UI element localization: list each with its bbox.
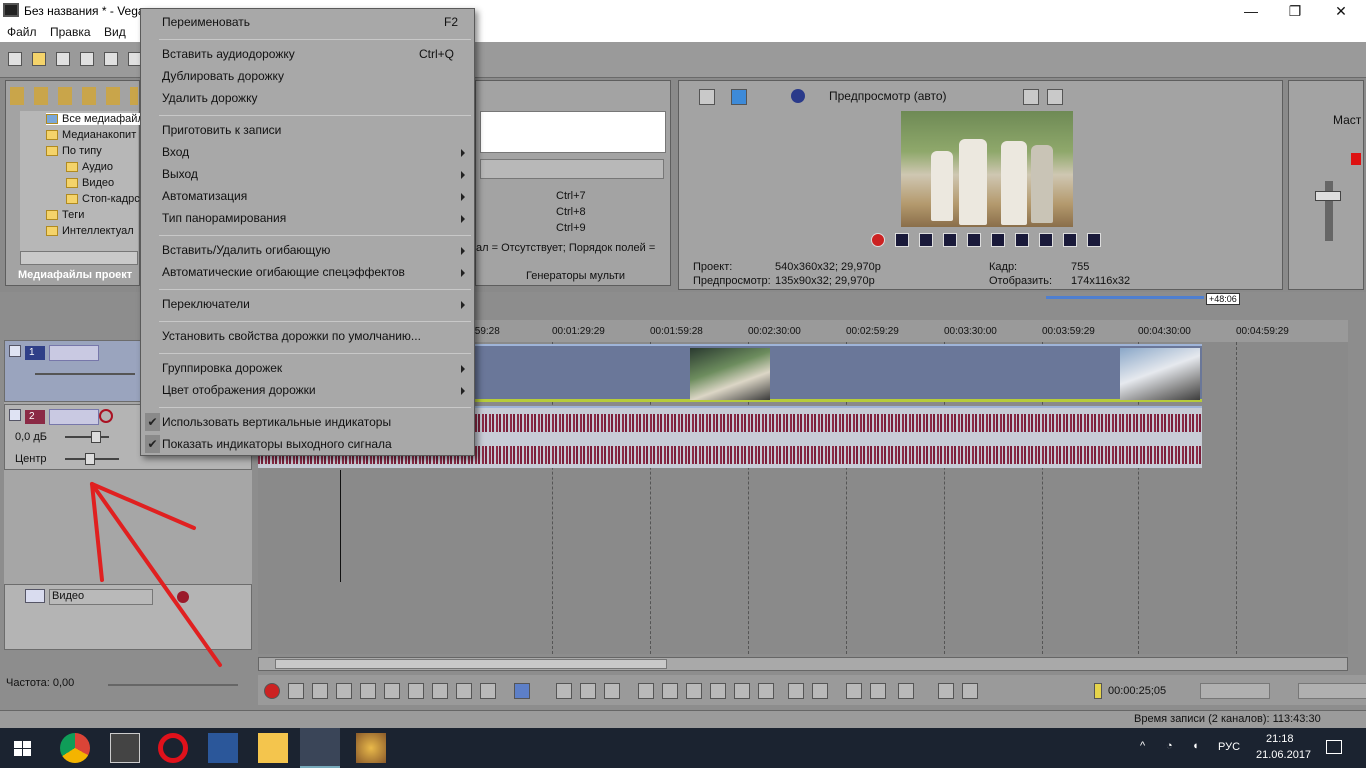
clock-time[interactable]: 21:18 — [1266, 733, 1294, 745]
cursor-position-icon — [1094, 683, 1102, 699]
word-icon[interactable] — [208, 733, 238, 763]
windows-taskbar: ^ ◔ ◖ РУС 21:18 21.06.2017 — [0, 728, 1366, 768]
lock-icon[interactable] — [758, 683, 774, 699]
checkmark-icon: ✔ — [145, 435, 160, 453]
opera-icon[interactable] — [158, 733, 188, 763]
menu-item-set-default-track-properties[interactable]: Установить свойства дорожки по умолчанию… — [162, 329, 421, 343]
ripple-edit-icon[interactable] — [898, 683, 914, 699]
selection-tool-icon[interactable] — [580, 683, 596, 699]
auto-crossfade-icon[interactable] — [870, 683, 886, 699]
submenu-arrow-icon — [461, 301, 465, 309]
status-bar: Время записи (2 каналов): 113:43:30 — [0, 710, 1366, 728]
next-frame-icon[interactable] — [480, 683, 496, 699]
pause-icon[interactable] — [360, 683, 376, 699]
scroll-thumb[interactable] — [275, 659, 667, 669]
file-explorer-icon[interactable] — [258, 733, 288, 763]
submenu-arrow-icon — [461, 149, 465, 157]
volume-icon[interactable]: ◖ — [1192, 740, 1199, 752]
lock-envelopes-icon[interactable] — [938, 683, 954, 699]
envelope-tool-icon[interactable] — [556, 683, 572, 699]
menu-item-rename[interactable]: Переименовать — [162, 15, 250, 29]
start-icon[interactable] — [408, 683, 424, 699]
submenu-arrow-icon — [461, 247, 465, 255]
submenu-arrow-icon — [461, 171, 465, 179]
delete-icon[interactable] — [638, 683, 654, 699]
vegas-taskbar-icon[interactable] — [300, 728, 340, 768]
edit-tool-icon[interactable] — [514, 683, 530, 699]
chrome-icon[interactable] — [60, 733, 90, 763]
loop-icon[interactable] — [288, 683, 304, 699]
snapping-icon[interactable] — [846, 683, 862, 699]
selection-length-field[interactable] — [1298, 683, 1366, 699]
clock-date[interactable]: 21.06.2017 — [1256, 749, 1311, 761]
menu-item-track-grouping[interactable]: Группировка дорожек — [162, 361, 282, 375]
menu-item-arm-for-record[interactable]: Приготовить к записи — [162, 123, 281, 137]
menu-item-delete-track[interactable]: Удалить дорожку — [162, 91, 257, 105]
language-indicator[interactable]: РУС — [1218, 741, 1240, 753]
region-icon[interactable] — [812, 683, 828, 699]
shortcut-rename: F2 — [444, 15, 459, 29]
trim-icon[interactable] — [662, 683, 678, 699]
paint-icon[interactable] — [356, 733, 386, 763]
play-icon[interactable] — [336, 683, 352, 699]
menu-item-track-display-color[interactable]: Цвет отображения дорожки — [162, 383, 316, 397]
split-icon[interactable] — [734, 683, 750, 699]
timeline-hscroll[interactable] — [258, 657, 1348, 671]
record-time-status: Время записи (2 каналов): 113:43:30 — [1134, 713, 1321, 725]
track-context-menu: Переименовать F2 Вставить аудиодорожку C… — [140, 8, 475, 456]
transport-toolbar: 00:00:25;05 — [258, 675, 1366, 705]
menu-item-insert-remove-envelope[interactable]: Вставить/Удалить огибающую — [162, 243, 330, 257]
menu-item-duplicate-track[interactable]: Дублировать дорожку — [162, 69, 284, 83]
cursor-timecode[interactable]: 00:00:25;05 — [1108, 685, 1166, 697]
menu-item-switches[interactable]: Переключатели — [162, 297, 250, 311]
calculator-icon[interactable] — [110, 733, 140, 763]
checkmark-icon: ✔ — [145, 413, 160, 431]
menu-item-vertical-meters[interactable]: Использовать вертикальные индикаторы — [162, 415, 391, 429]
play-start-icon[interactable] — [312, 683, 328, 699]
submenu-arrow-icon — [461, 193, 465, 201]
end-icon[interactable] — [432, 683, 448, 699]
menu-item-output[interactable]: Выход — [162, 167, 198, 181]
show-hidden-icons[interactable]: ^ — [1140, 740, 1145, 752]
submenu-arrow-icon — [461, 365, 465, 373]
prev-frame-icon[interactable] — [456, 683, 472, 699]
trim-end-icon[interactable] — [710, 683, 726, 699]
ignore-grouping-icon[interactable] — [962, 683, 978, 699]
notifications-icon[interactable] — [1326, 740, 1342, 754]
start-icon[interactable] — [10, 733, 36, 763]
menu-item-show-output-meters[interactable]: Показать индикаторы выходного сигнала — [162, 437, 392, 451]
selection-start-field[interactable] — [1200, 683, 1270, 699]
marker-icon[interactable] — [788, 683, 804, 699]
record-icon[interactable] — [264, 683, 280, 699]
shortcut-insert-audio: Ctrl+Q — [419, 47, 455, 61]
menu-item-insert-audio-track[interactable]: Вставить аудиодорожку — [162, 47, 295, 61]
submenu-arrow-icon — [461, 215, 465, 223]
menu-item-automation[interactable]: Автоматизация — [162, 189, 247, 203]
trim-start-icon[interactable] — [686, 683, 702, 699]
submenu-arrow-icon — [461, 269, 465, 277]
menu-item-pan-type[interactable]: Тип панорамирования — [162, 211, 286, 225]
wifi-icon[interactable]: ◔ — [1166, 740, 1173, 752]
menu-item-input[interactable]: Вход — [162, 145, 189, 159]
stop-icon[interactable] — [384, 683, 400, 699]
zoom-tool-icon[interactable] — [604, 683, 620, 699]
menu-item-fx-automation-envelopes[interactable]: Автоматические огибающие спецэффектов — [162, 265, 405, 279]
submenu-arrow-icon — [461, 387, 465, 395]
